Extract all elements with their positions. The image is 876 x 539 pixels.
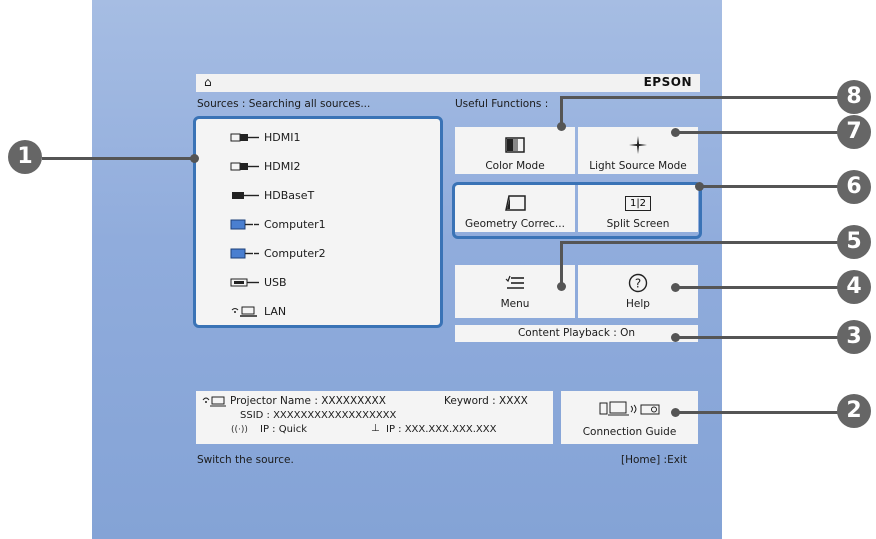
callout-2: 2 — [837, 394, 871, 428]
ssid: SSID : XXXXXXXXXXXXXXXXXX — [240, 410, 397, 421]
light-source-mode-button[interactable]: Light Source Mode — [578, 127, 698, 174]
wired-ip: IP : XXX.XXX.XXX.XXX — [386, 424, 497, 435]
callout-1-dot — [190, 154, 199, 163]
keyword: Keyword : XXXX — [444, 395, 528, 407]
footer-hint: Switch the source. — [197, 454, 294, 466]
help-label: Help — [626, 298, 650, 310]
color-mode-button[interactable]: Color Mode — [455, 127, 575, 174]
help-button[interactable]: ? Help — [578, 265, 698, 318]
callout-1-line — [42, 157, 197, 160]
help-icon: ? — [628, 273, 648, 293]
callout-5-line — [560, 241, 846, 244]
callout-4-line — [676, 286, 846, 289]
network-info-panel: Projector Name : XXXXXXXXX Keyword : XXX… — [196, 391, 553, 444]
callout-1: 1 — [8, 140, 42, 174]
callout-6: 6 — [837, 170, 871, 204]
exit-hint: [Home] :Exit — [621, 454, 687, 466]
callout-4: 4 — [837, 270, 871, 304]
light-source-icon — [629, 136, 647, 154]
sources-title: Sources : Searching all sources... — [197, 98, 371, 110]
callout-5-dot — [557, 282, 566, 291]
callout-4-dot — [671, 283, 680, 292]
callout-2-line — [676, 411, 846, 414]
callout-3: 3 — [837, 320, 871, 354]
connection-guide-button[interactable]: Connection Guide — [561, 391, 698, 444]
wireless-lan-icon — [202, 396, 226, 407]
color-mode-icon — [505, 137, 525, 153]
color-mode-label: Color Mode — [485, 160, 545, 172]
home-icon[interactable]: ⌂ — [204, 76, 216, 88]
callout-8: 8 — [837, 80, 871, 114]
wired-ip-icon: ⊥ — [371, 423, 380, 434]
callout-3-dot — [671, 333, 680, 342]
callout-2-dot — [671, 408, 680, 417]
content-playback-status: Content Playback : On — [455, 325, 698, 342]
projector-name: Projector Name : XXXXXXXXX — [230, 395, 386, 407]
callout-8-dot — [557, 122, 566, 131]
svg-text:?: ? — [635, 277, 641, 291]
callout-6-line — [700, 185, 846, 188]
menu-label: Menu — [500, 298, 530, 310]
brand-logo: EPSON — [643, 75, 692, 89]
menu-button[interactable]: Menu — [455, 265, 575, 318]
wireless-ip: IP : Quick — [260, 424, 307, 435]
callout-5: 5 — [837, 225, 871, 259]
top-bar: ⌂ EPSON — [196, 74, 700, 92]
functions-title: Useful Functions : — [455, 98, 549, 110]
wireless-ip-icon: ((·)) — [231, 425, 248, 435]
callout-7: 7 — [837, 115, 871, 149]
menu-icon — [505, 275, 524, 289]
content-playback-label: Content Playback : On — [517, 327, 636, 339]
connection-guide-icon — [599, 401, 659, 416]
callout-7-dot — [671, 128, 680, 137]
connection-guide-label: Connection Guide — [582, 426, 677, 438]
callout-8-line — [560, 96, 846, 99]
light-source-mode-label: Light Source Mode — [589, 160, 687, 172]
callout-5-line-v — [560, 243, 563, 286]
callout-6-dot — [695, 182, 704, 191]
functions-highlight — [452, 182, 702, 239]
callout-3-line — [676, 336, 846, 339]
callout-8-line-v — [560, 98, 563, 125]
callout-7-line — [676, 131, 846, 134]
source-list-highlight — [193, 116, 443, 328]
